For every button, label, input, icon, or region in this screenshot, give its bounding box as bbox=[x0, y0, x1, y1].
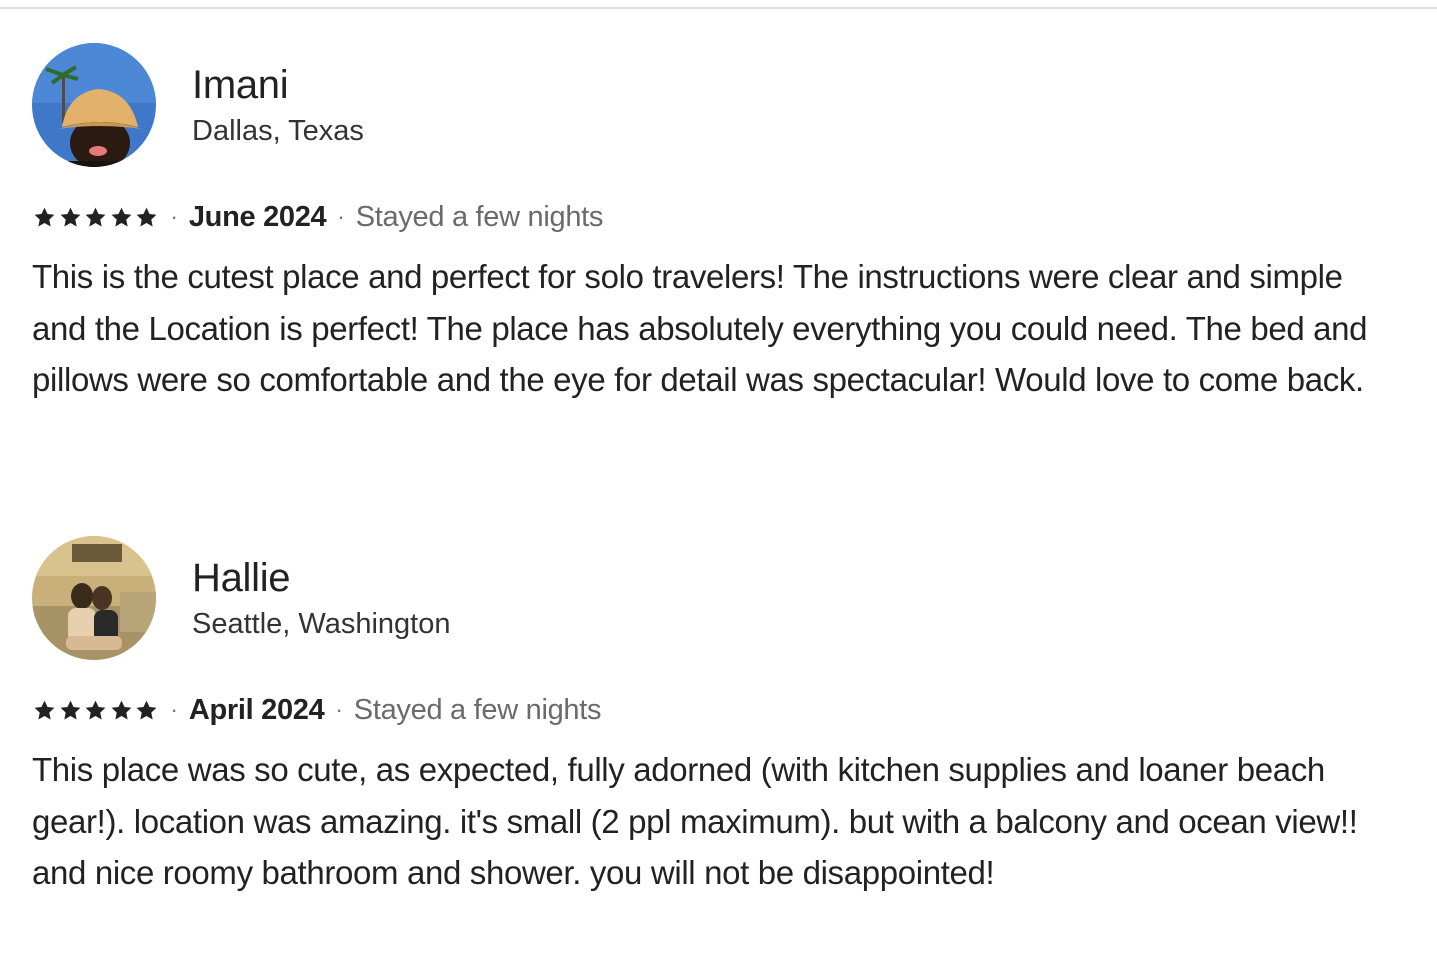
separator-dot: · bbox=[170, 204, 178, 229]
star-rating bbox=[32, 698, 160, 723]
top-divider bbox=[0, 7, 1437, 9]
reviewer-header: Hallie Seattle, Washington bbox=[32, 536, 1392, 660]
avatar[interactable] bbox=[32, 536, 156, 660]
review-text: This place was so cute, as expected, ful… bbox=[32, 751, 1358, 891]
reviewer-location: Dallas, Texas bbox=[192, 115, 364, 147]
review-date: April 2024 bbox=[188, 693, 325, 726]
star-icon bbox=[85, 700, 106, 719]
review-meta: · June 2024 · Stayed a few nights bbox=[32, 197, 1392, 237]
star-icon bbox=[34, 700, 55, 719]
separator-dot: · bbox=[337, 204, 345, 229]
star-icon bbox=[60, 700, 80, 719]
reviewer-header: Imani Dallas, Texas bbox=[32, 43, 1392, 167]
reviewer-location: Seattle, Washington bbox=[192, 608, 451, 640]
star-icon bbox=[111, 700, 131, 719]
review-date: June 2024 bbox=[188, 200, 327, 233]
star-icon bbox=[111, 207, 131, 226]
review-card: Hallie Seattle, Washington · April 2024 … bbox=[32, 536, 1392, 899]
star-icon bbox=[34, 207, 55, 226]
reviewer-name: Hallie bbox=[192, 556, 291, 600]
star-icon bbox=[85, 207, 106, 226]
avatar-photo bbox=[32, 536, 156, 660]
stay-duration: Stayed a few nights bbox=[353, 693, 602, 726]
separator-dot: · bbox=[335, 697, 343, 722]
separator-dot: · bbox=[170, 697, 178, 722]
star-icon bbox=[136, 700, 157, 719]
stay-duration: Stayed a few nights bbox=[355, 200, 604, 233]
avatar-photo bbox=[32, 43, 156, 167]
review-meta: · April 2024 · Stayed a few nights bbox=[32, 690, 1392, 730]
star-icon bbox=[60, 207, 80, 226]
review-card: Imani Dallas, Texas · June 2024 · Stayed… bbox=[32, 43, 1392, 406]
star-icon bbox=[136, 207, 157, 226]
star-rating bbox=[32, 205, 160, 230]
avatar[interactable] bbox=[32, 43, 156, 167]
review-text: This is the cutest place and perfect for… bbox=[32, 258, 1368, 398]
reviewer-name: Imani bbox=[192, 63, 289, 107]
